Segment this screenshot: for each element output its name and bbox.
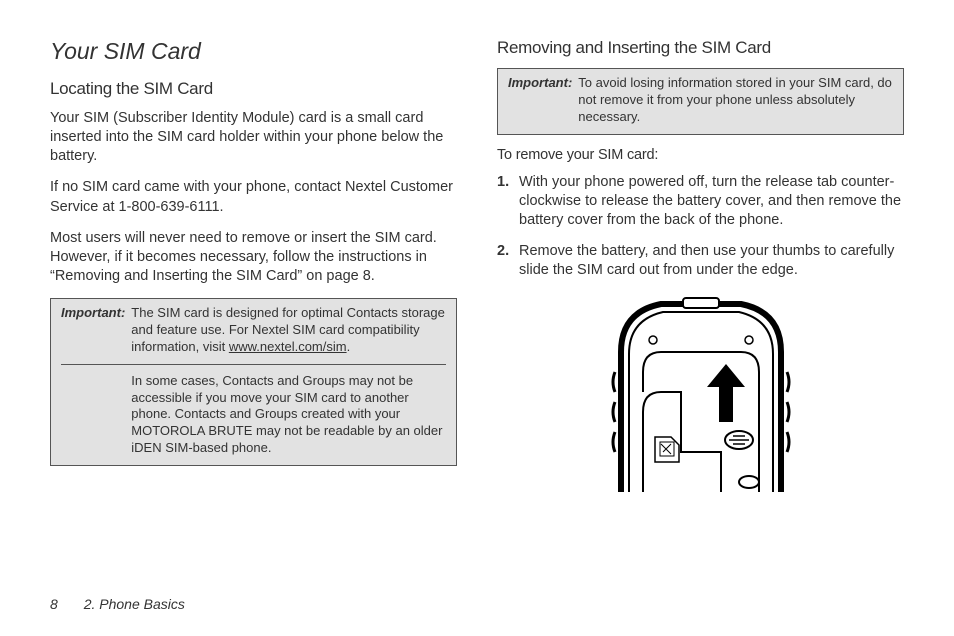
chapter-label: 2. Phone Basics xyxy=(84,596,185,612)
page-number: 8 xyxy=(50,596,58,612)
steps-list: With your phone powered off, turn the re… xyxy=(497,173,904,281)
note-text: . xyxy=(347,339,351,354)
subhead-locating: Locating the SIM Card xyxy=(50,79,457,99)
note-body: The SIM card is designed for optimal Con… xyxy=(131,305,446,356)
note-label: Important: xyxy=(508,75,572,126)
subhead-removing: Removing and Inserting the SIM Card xyxy=(497,38,904,58)
note-row: Important: To avoid losing information s… xyxy=(508,75,893,126)
sim-card-icon xyxy=(655,437,679,462)
paragraph: Your SIM (Subscriber Identity Module) ca… xyxy=(50,109,457,166)
important-note-box: Important: The SIM card is designed for … xyxy=(50,298,457,466)
phone-back-svg xyxy=(571,292,831,492)
release-tab-icon xyxy=(725,431,753,449)
right-column: Removing and Inserting the SIM Card Impo… xyxy=(497,38,904,497)
page-footer: 8 2. Phone Basics xyxy=(50,596,185,612)
paragraph: Most users will never need to remove or … xyxy=(50,229,457,286)
important-note-box: Important: To avoid losing information s… xyxy=(497,68,904,135)
note-label: Important: xyxy=(61,305,125,356)
paragraph: If no SIM card came with your phone, con… xyxy=(50,178,457,216)
note-row: Important: The SIM card is designed for … xyxy=(61,305,446,356)
left-column: Your SIM Card Locating the SIM Card Your… xyxy=(50,38,457,497)
step-item: With your phone powered off, turn the re… xyxy=(497,173,904,230)
note-body: To avoid losing information stored in yo… xyxy=(578,75,893,126)
note-link[interactable]: www.nextel.com/sim xyxy=(229,339,347,354)
note-body: In some cases, Contacts and Groups may n… xyxy=(131,373,446,457)
step-item: Remove the battery, and then use your th… xyxy=(497,242,904,280)
note-row: Important: In some cases, Contacts and G… xyxy=(61,373,446,457)
lead-in-text: To remove your SIM card: xyxy=(497,147,904,163)
two-column-layout: Your SIM Card Locating the SIM Card Your… xyxy=(50,38,904,497)
note-divider xyxy=(61,364,446,365)
section-title: Your SIM Card xyxy=(50,38,457,65)
phone-illustration xyxy=(497,292,904,497)
